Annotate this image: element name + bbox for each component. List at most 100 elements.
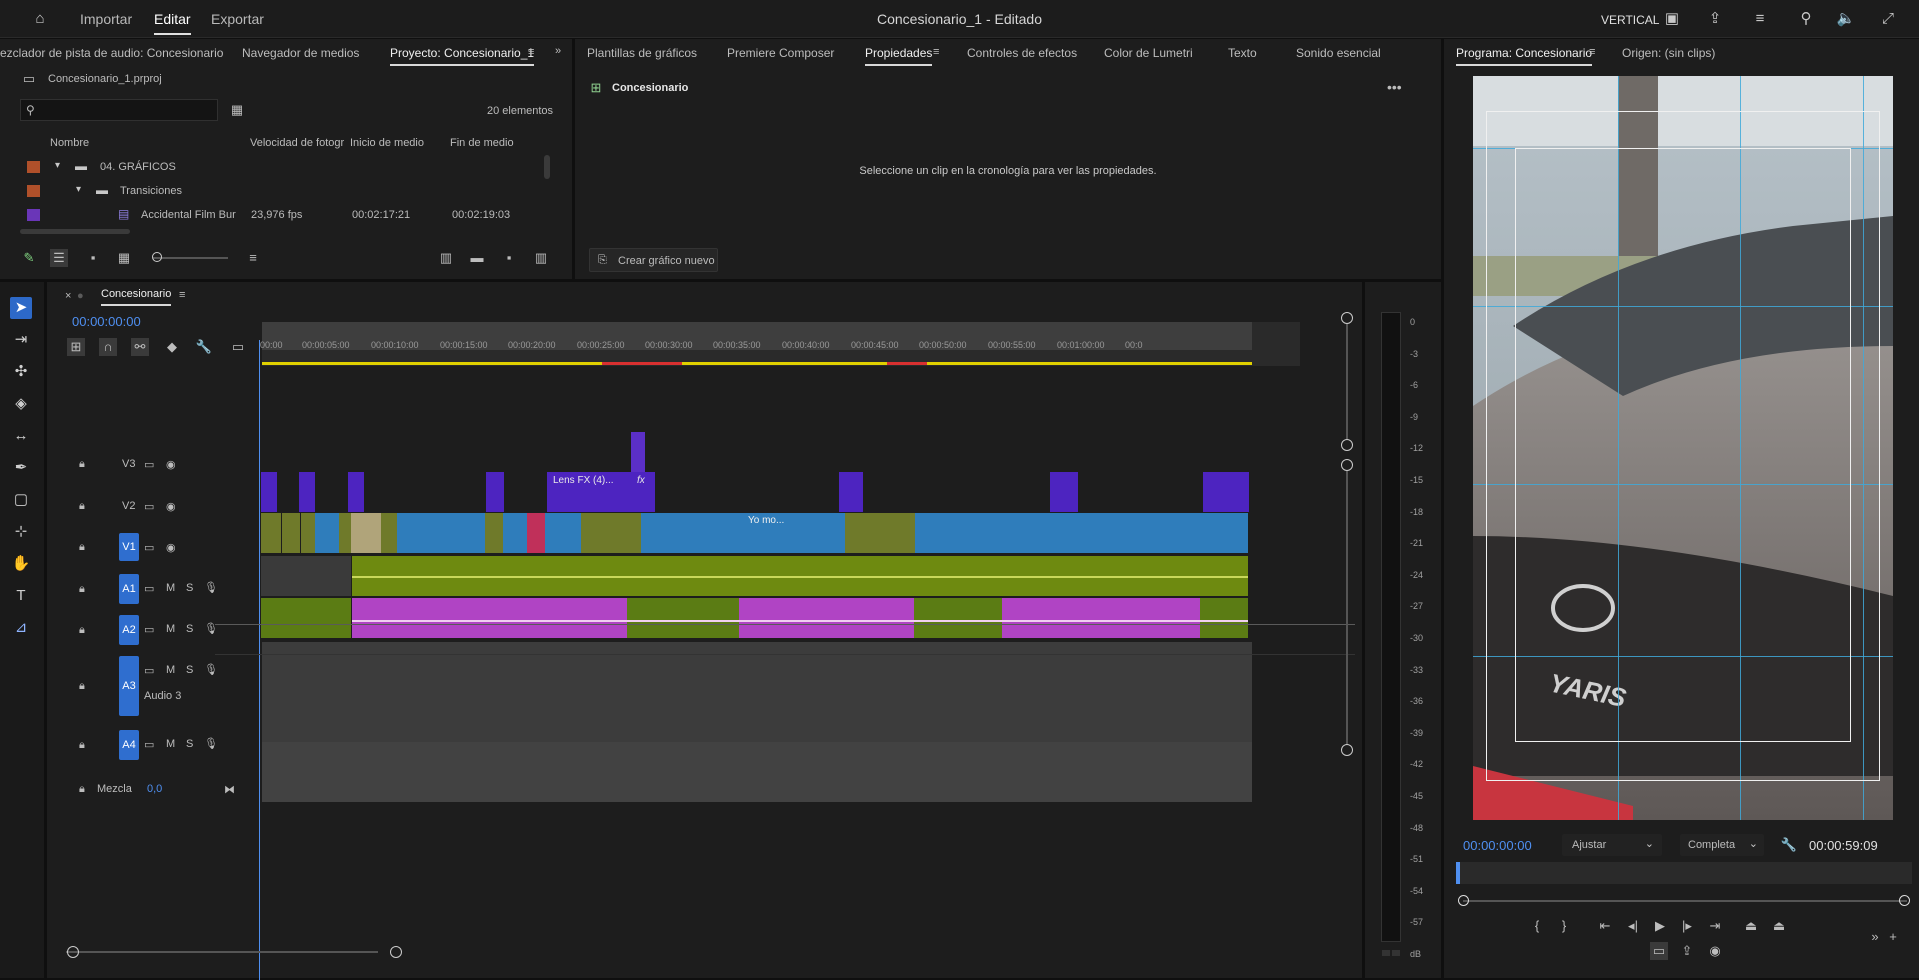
panel-menu-icon[interactable]: ≡ xyxy=(933,46,939,58)
lock-icon[interactable]: 🔒︎ xyxy=(79,739,85,752)
new-bin-icon[interactable]: ▦ xyxy=(228,101,246,119)
lift-icon[interactable]: ⏏ xyxy=(1742,917,1760,935)
audio-scrollbar[interactable] xyxy=(1346,471,1348,744)
audio-clip-a2[interactable] xyxy=(914,598,1002,638)
solo-button[interactable]: S xyxy=(186,623,193,635)
zoom-handle-right[interactable] xyxy=(1899,895,1910,906)
track-select-icon[interactable]: ⇥ xyxy=(10,329,32,351)
tab-properties[interactable]: Propiedades xyxy=(865,46,933,66)
chevron-down-icon[interactable]: ▾ xyxy=(76,184,81,195)
video-clip-v1[interactable] xyxy=(397,513,485,553)
sync-lock-icon[interactable]: ▭ xyxy=(144,541,154,554)
razor-icon[interactable]: ◈ xyxy=(10,393,32,415)
col-fps[interactable]: Velocidad de fotogr xyxy=(250,137,344,149)
linked-selection-icon[interactable]: ⚯ xyxy=(131,338,149,356)
timeline-timecode[interactable]: 00:00:00:00 xyxy=(72,314,141,329)
video-clip-v1[interactable] xyxy=(381,513,397,553)
video-clip-v2[interactable] xyxy=(1203,472,1249,512)
lock-icon[interactable]: 🔒︎ xyxy=(79,500,85,513)
list-item[interactable]: ▾ ▬ 04. GRÁFICOS xyxy=(0,157,540,179)
snap-icon[interactable]: ∩ xyxy=(99,338,117,356)
trash-icon[interactable]: ▥ xyxy=(532,249,550,267)
video-clip-v2[interactable] xyxy=(348,472,364,512)
wrench-icon[interactable]: 🔧 xyxy=(1780,836,1798,854)
sync-lock-icon[interactable]: ▭ xyxy=(144,500,154,513)
horizontal-scrollbar[interactable] xyxy=(20,229,130,234)
sort-icon[interactable]: ≡ xyxy=(244,249,262,267)
sync-lock-icon[interactable]: ▭ xyxy=(144,582,154,595)
video-clip-v1[interactable] xyxy=(915,513,1015,553)
microphone-icon[interactable]: 🎙︎ xyxy=(204,737,218,750)
video-clip-v1[interactable] xyxy=(825,513,845,553)
lock-icon[interactable]: 🔒︎ xyxy=(79,624,85,637)
find-icon[interactable]: ▬ xyxy=(468,249,486,267)
sync-lock-icon[interactable]: ▭ xyxy=(144,664,154,677)
quick-search-icon[interactable]: ⚲ xyxy=(1796,9,1816,29)
col-end[interactable]: Fin de medio xyxy=(450,137,514,149)
solo-button[interactable]: S xyxy=(186,664,193,676)
tab-media-browser[interactable]: Navegador de medios xyxy=(242,46,359,60)
lock-icon[interactable]: 🔒︎ xyxy=(79,783,85,796)
solo-button[interactable]: S xyxy=(186,738,193,750)
audio-clip-a2[interactable] xyxy=(739,598,914,638)
track-target-v1[interactable]: V1 xyxy=(119,533,139,561)
type-icon[interactable]: T xyxy=(10,585,32,607)
track-header-v1[interactable]: 🔒︎ V1 ▭ ◉ xyxy=(74,533,224,563)
hand-icon[interactable]: ✋ xyxy=(10,553,32,575)
track-target-a3[interactable]: A3 xyxy=(119,656,139,716)
solo-left[interactable] xyxy=(1382,950,1390,956)
rectangle-icon[interactable]: ▢ xyxy=(10,489,32,511)
video-frame[interactable]: YARIS xyxy=(1473,76,1893,820)
list-item[interactable]: ▾ ▬ Transiciones xyxy=(0,181,540,203)
tab-text[interactable]: Texto xyxy=(1228,46,1257,60)
share-icon[interactable]: ⇪ xyxy=(1705,9,1725,29)
audio-scroll-bottom[interactable] xyxy=(1341,744,1353,756)
mix-value[interactable]: 0,0 xyxy=(147,783,162,795)
more-options-icon[interactable]: ••• xyxy=(1387,79,1402,95)
timeline-zoom-right[interactable] xyxy=(390,946,402,958)
progress-icon[interactable]: ≡ xyxy=(1750,9,1770,29)
zoom-slider[interactable] xyxy=(153,257,228,259)
video-clip-v1[interactable] xyxy=(301,513,315,553)
video-clip-v2[interactable] xyxy=(486,472,504,512)
video-clip-v1[interactable] xyxy=(282,513,300,553)
video-clip-v1[interactable] xyxy=(1115,513,1175,553)
icon-view-icon[interactable]: ▪ xyxy=(84,249,102,267)
video-clip-v1[interactable] xyxy=(845,513,885,553)
video-clip-v2[interactable] xyxy=(261,472,277,512)
solo-button[interactable]: S xyxy=(186,582,193,594)
track-header-v2[interactable]: 🔒︎ V2 ▭ ◉ xyxy=(74,492,224,522)
video-clip-v1[interactable] xyxy=(545,513,581,553)
timeline-zoom-scrollbar[interactable] xyxy=(66,951,378,953)
mix-navigate-icon[interactable]: ⧓ xyxy=(224,783,235,796)
solo-right[interactable] xyxy=(1392,950,1400,956)
volume-icon[interactable]: 🔈 xyxy=(1836,9,1856,29)
track-header-a4[interactable]: 🔒︎ A4 ▭ M S 🎙︎ xyxy=(74,730,224,760)
mute-button[interactable]: M xyxy=(166,738,175,750)
play-icon[interactable]: ▶ xyxy=(1651,917,1669,935)
go-to-in-icon[interactable]: ⇤ xyxy=(1596,917,1614,935)
go-to-out-icon[interactable]: ⇥ xyxy=(1706,917,1724,935)
video-scroll-top[interactable] xyxy=(1341,312,1353,324)
video-scrollbar[interactable] xyxy=(1346,324,1348,439)
video-clip-v1[interactable] xyxy=(885,513,915,553)
video-clip-v2-lensfx[interactable]: Lens FX (4)... fx xyxy=(547,472,655,512)
pen-icon[interactable]: ✒ xyxy=(10,457,32,479)
zoom-scrollbar[interactable] xyxy=(1463,900,1907,902)
tab-essential-sound[interactable]: Sonido esencial xyxy=(1296,46,1381,60)
track-target-a1[interactable]: A1 xyxy=(119,574,139,604)
timeline-settings-icon[interactable]: 🔧 xyxy=(195,338,213,356)
add-button-icon[interactable]: + xyxy=(1884,928,1902,946)
tab-program[interactable]: Programa: Concesionario xyxy=(1456,46,1593,66)
close-icon[interactable]: × xyxy=(65,290,71,302)
video-clip-v1[interactable] xyxy=(315,513,339,553)
nav-exportar[interactable]: Exportar xyxy=(211,11,264,27)
video-clip-v2[interactable] xyxy=(299,472,315,512)
fullscreen-icon[interactable]: ⤢ xyxy=(1878,9,1898,29)
sync-lock-icon[interactable]: ▭ xyxy=(144,458,154,471)
audio-clip-a1-empty[interactable] xyxy=(261,556,351,596)
selection-tool-icon[interactable]: ➤ xyxy=(10,297,32,319)
track-target-a4[interactable]: A4 xyxy=(119,730,139,760)
video-clip-v2[interactable] xyxy=(839,472,863,512)
video-clip-v1[interactable] xyxy=(261,513,281,553)
